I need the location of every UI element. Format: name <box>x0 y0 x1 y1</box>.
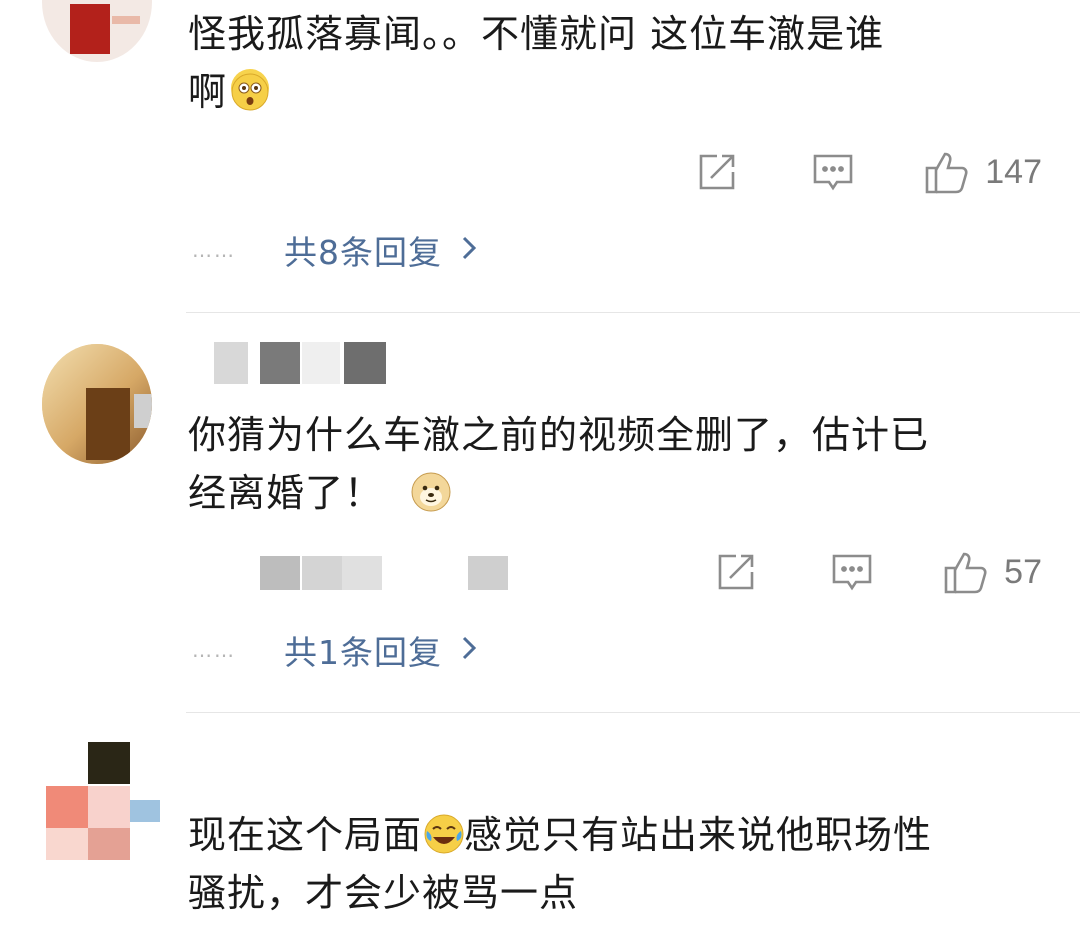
share-icon[interactable] <box>714 550 758 594</box>
view-replies-link[interactable]: 共8条回复 <box>284 226 442 274</box>
shocked-face-emoji <box>231 69 270 111</box>
avatar[interactable] <box>42 344 152 464</box>
like-count: 147 <box>985 152 1042 191</box>
avatar[interactable] <box>42 0 152 62</box>
view-replies-link[interactable]: 共1条回复 <box>284 626 442 674</box>
ellipsis: …… <box>192 638 236 662</box>
comment-actions: 57 <box>714 548 1042 596</box>
ellipsis: …… <box>192 238 236 262</box>
reply-row[interactable]: …… 共1条回复 <box>192 628 478 672</box>
doge-emoji <box>411 470 451 512</box>
timestamp-blurred <box>188 556 518 592</box>
like-icon[interactable] <box>923 148 971 196</box>
comment-text: 你猜为什么车澈之前的视频全删了，估计已 经离婚了！ <box>188 413 930 515</box>
comment-icon[interactable] <box>830 550 874 594</box>
like-icon[interactable] <box>942 548 990 596</box>
username-blurred[interactable] <box>188 342 388 384</box>
reply-row[interactable]: …… 共8条回复 <box>192 228 478 272</box>
comment-icon[interactable] <box>811 150 855 194</box>
avatar[interactable] <box>42 742 172 872</box>
share-icon[interactable] <box>695 150 739 194</box>
divider <box>186 712 1080 713</box>
chevron-right-icon <box>460 234 478 266</box>
like-count: 57 <box>1004 552 1042 591</box>
chevron-right-icon <box>460 634 478 666</box>
comment-text: 怪我孤落寡闻。。不懂就问 这位车澈是谁 啊 <box>188 12 885 114</box>
comment-actions: 147 <box>695 148 1042 196</box>
comment-text: 现在这个局面 感觉只有站出来说他职场性 骚扰，才会少被骂一点 <box>188 812 933 915</box>
crying-laughing-emoji <box>424 812 464 854</box>
divider <box>186 312 1080 313</box>
